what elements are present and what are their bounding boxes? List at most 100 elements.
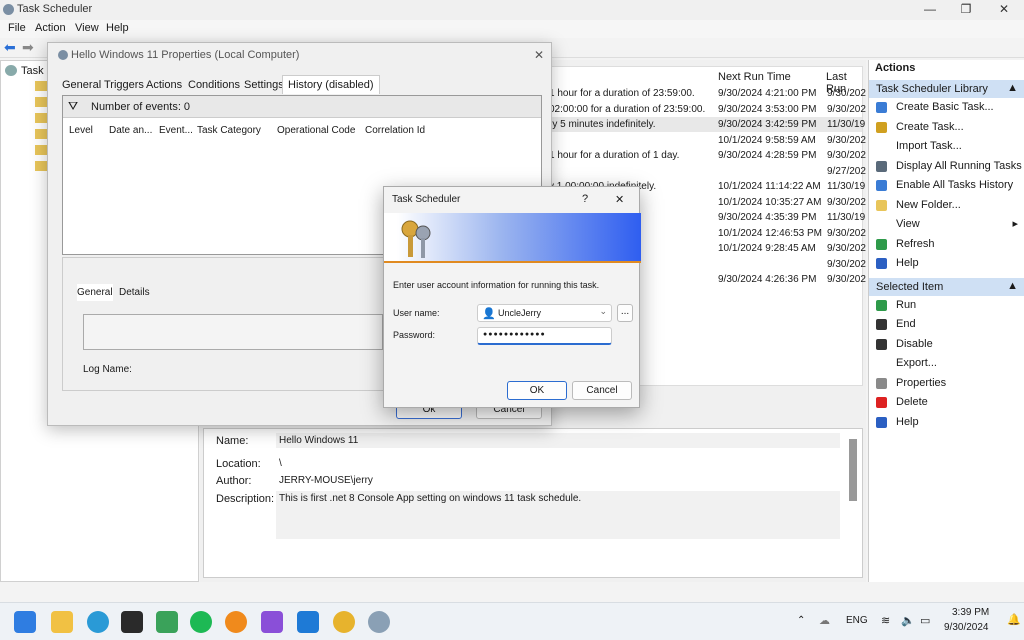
wifi-icon[interactable]: ≋ xyxy=(881,614,890,627)
action-disable[interactable]: Disable xyxy=(869,335,1024,355)
action-label: Help xyxy=(896,415,919,428)
menu-action[interactable]: Action xyxy=(35,22,66,34)
maximize-icon[interactable]: ❐ xyxy=(951,2,981,16)
col-correlation[interactable]: Correlation Id xyxy=(365,125,425,136)
col-event[interactable]: Event... xyxy=(159,125,193,136)
close-icon[interactable]: ✕ xyxy=(534,48,544,62)
action-label: Disable xyxy=(896,337,933,350)
action-view[interactable]: View ▸ xyxy=(869,215,1024,235)
action-label: Display All Running Tasks xyxy=(896,159,1022,172)
create-task-icon xyxy=(876,121,887,133)
action-run[interactable]: Run xyxy=(869,296,1024,316)
tab-event-details[interactable]: Details xyxy=(119,287,150,298)
section-selected[interactable]: Selected Item ▲ xyxy=(869,277,1024,296)
action-label: View xyxy=(896,218,920,230)
clock-date[interactable]: 9/30/2024 xyxy=(944,622,989,633)
filter-icon[interactable]: ⛛ xyxy=(68,99,78,114)
help-icon[interactable]: ? xyxy=(582,193,588,205)
next-run-cell: 9/30/2024 3:53:00 PM xyxy=(718,103,817,115)
volume-icon[interactable]: 🔈 xyxy=(901,614,915,627)
col-level[interactable]: Level xyxy=(69,125,93,136)
col-task-category[interactable]: Task Category xyxy=(197,125,261,136)
login-ok-button[interactable]: OK xyxy=(507,381,567,400)
task-scheduler-taskbar-icon[interactable] xyxy=(368,611,390,633)
scrollbar[interactable] xyxy=(849,439,857,501)
tab-triggers[interactable]: Triggers xyxy=(104,79,144,91)
browse-button[interactable]: ... xyxy=(617,304,633,322)
col-date[interactable]: Date an... xyxy=(109,125,152,136)
events-count: Number of events: 0 xyxy=(91,101,191,113)
chevron-down-icon[interactable]: ⌄ xyxy=(599,306,607,317)
action-end[interactable]: End xyxy=(869,315,1024,335)
folder-icon xyxy=(35,145,47,155)
action-properties[interactable]: Properties xyxy=(869,374,1024,394)
clock-time[interactable]: 3:39 PM xyxy=(952,607,989,618)
chevron-up-icon[interactable]: ⌃ xyxy=(797,615,805,626)
action-help-selected[interactable]: Help xyxy=(869,413,1024,433)
vscode-icon[interactable] xyxy=(297,611,319,633)
trigger-cell: 02:00:00 for a duration of 23:59:00. xyxy=(549,103,706,115)
close-icon[interactable]: ✕ xyxy=(989,2,1019,16)
action-refresh[interactable]: Refresh xyxy=(869,235,1024,255)
actions-header: Actions xyxy=(869,60,1024,76)
menu-file[interactable]: File xyxy=(8,22,26,34)
login-title: Task Scheduler xyxy=(392,194,461,205)
minimize-icon[interactable]: — xyxy=(915,2,945,16)
visual-studio-icon[interactable] xyxy=(261,611,283,633)
action-new-folder[interactable]: New Folder... xyxy=(869,196,1024,216)
action-export[interactable]: Export... xyxy=(869,354,1024,374)
notification-icon[interactable]: 🔔 xyxy=(1007,613,1021,626)
tab-settings[interactable]: Settings xyxy=(244,79,284,91)
menu-view[interactable]: View xyxy=(75,22,99,34)
login-cancel-button[interactable]: Cancel xyxy=(572,381,632,400)
tab-conditions[interactable]: Conditions xyxy=(188,79,240,91)
terminal-icon[interactable] xyxy=(121,611,143,633)
keys-icon xyxy=(401,220,431,258)
tab-history[interactable]: History (disabled) xyxy=(282,75,380,94)
action-enable-history[interactable]: Enable All Tasks History xyxy=(869,176,1024,196)
collapse-icon[interactable]: ▲ xyxy=(1007,82,1018,94)
forward-arrow-icon[interactable]: ➡ xyxy=(22,39,34,56)
start-icon[interactable] xyxy=(14,611,36,633)
search-app-icon[interactable] xyxy=(225,611,247,633)
close-icon[interactable]: ✕ xyxy=(615,193,624,206)
action-delete[interactable]: Delete xyxy=(869,393,1024,413)
col-next-run[interactable]: Next Run Time xyxy=(718,71,791,83)
next-run-cell: 10/1/2024 12:46:53 PM xyxy=(718,227,822,239)
new-folder-icon xyxy=(876,199,887,211)
action-label: Run xyxy=(896,298,917,311)
action-import-task[interactable]: Import Task... xyxy=(869,137,1024,157)
menu-help[interactable]: Help xyxy=(106,22,129,34)
last-run-cell: 11/30/19 xyxy=(827,212,866,223)
notepad-icon[interactable] xyxy=(156,611,178,633)
password-field[interactable]: ●●●●●●●●●●●● xyxy=(477,327,612,345)
section-library[interactable]: Task Scheduler Library ▲ xyxy=(869,80,1024,98)
next-run-cell: 9/30/2024 4:21:00 PM xyxy=(718,88,817,99)
action-create-task[interactable]: Create Task... xyxy=(869,118,1024,138)
action-label: Export... xyxy=(896,357,937,369)
col-op-code[interactable]: Operational Code xyxy=(277,125,355,136)
run-icon xyxy=(876,299,887,311)
action-create-basic-task[interactable]: Create Basic Task... xyxy=(869,98,1024,118)
battery-icon[interactable]: ▭ xyxy=(920,614,930,627)
language[interactable]: ENG xyxy=(846,615,868,626)
cloud-icon[interactable]: ☁ xyxy=(819,614,830,627)
tab-general[interactable]: General xyxy=(62,79,101,91)
last-run-cell: 9/30/202 xyxy=(827,258,866,270)
location-label: Location: xyxy=(216,458,261,470)
file-explorer-icon[interactable] xyxy=(51,611,73,633)
action-display-running[interactable]: Display All Running Tasks xyxy=(869,157,1024,177)
chrome-icon[interactable] xyxy=(333,611,355,633)
tab-actions[interactable]: Actions xyxy=(146,79,182,91)
collapse-icon[interactable]: ▲ xyxy=(1007,280,1018,292)
back-arrow-icon[interactable]: ⬅ xyxy=(4,39,16,56)
copilot-icon[interactable] xyxy=(87,611,109,633)
delete-icon xyxy=(876,397,887,408)
tab-event-general[interactable]: General xyxy=(77,284,113,301)
spotify-icon[interactable] xyxy=(190,611,212,633)
user-select[interactable]: 👤 UncleJerry ⌄ xyxy=(477,304,612,322)
enable-history-icon xyxy=(876,180,887,191)
user-icon: 👤 xyxy=(482,308,496,320)
next-run-cell: 10/1/2024 9:28:45 AM xyxy=(718,243,816,254)
action-help[interactable]: Help xyxy=(869,254,1024,274)
